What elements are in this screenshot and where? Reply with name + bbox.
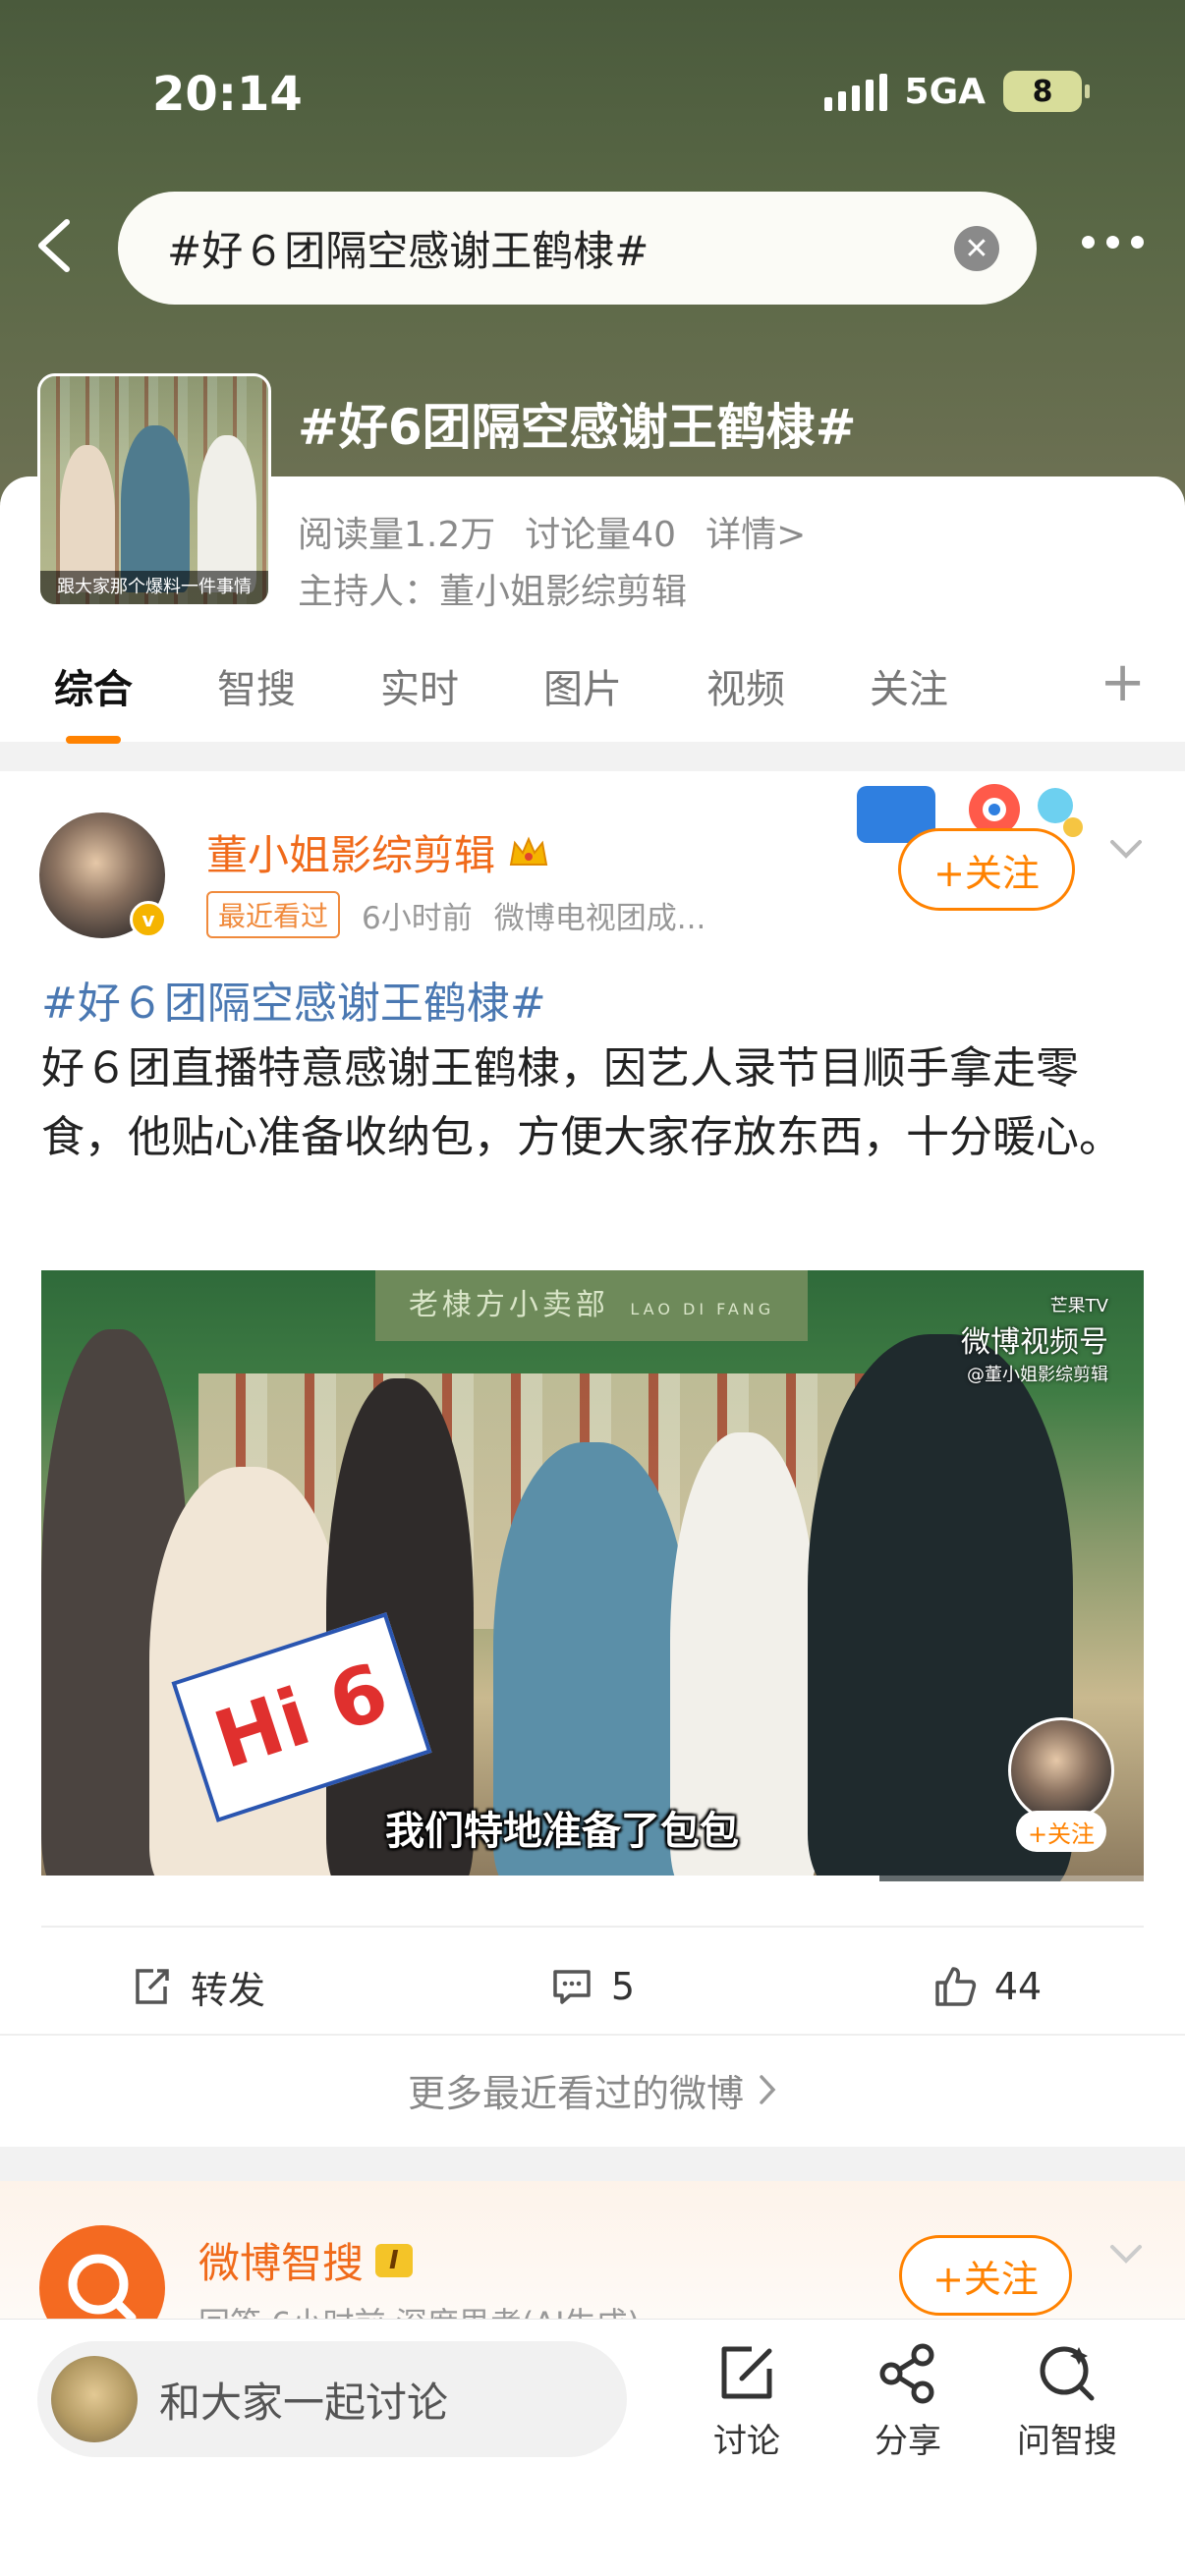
video-author-avatar[interactable]: [1008, 1717, 1114, 1823]
topic-host[interactable]: 主持人：董小姐影综剪辑: [298, 563, 687, 614]
video-progress-bar[interactable]: [41, 1876, 1144, 1881]
search-input[interactable]: #好６团隔空感谢王鹤棣# ✕: [118, 192, 1037, 305]
clear-icon[interactable]: ✕: [954, 226, 999, 271]
ask-smart-search-button[interactable]: 问智搜: [998, 2339, 1136, 2462]
like-count: 44: [993, 1965, 1043, 2008]
post-actions: 转发 5 44: [0, 1928, 1185, 2045]
post2-follow-button[interactable]: +关注: [899, 2235, 1072, 2316]
topic-stats: 阅读量1.2万 讨论量40 详情>: [298, 506, 806, 557]
video-player[interactable]: 老棣方小卖部 LAO DI FANG Hi 6 芒果TV 微博视频号 @董小姐影…: [41, 1270, 1144, 1881]
post-meta: 最近看过 6小时前 微博电视团成...: [206, 891, 705, 938]
battery-icon: 8: [1003, 71, 1090, 112]
status-icons: 5GA 8: [823, 71, 1090, 112]
level-badge: I: [375, 2243, 413, 2277]
repost-label: 转发: [190, 1968, 265, 2012]
ask-label: 问智搜: [1017, 2422, 1117, 2461]
crown-icon: [509, 835, 548, 866]
more-recent-label: 更多最近看过的微博: [407, 2071, 744, 2115]
more-options-button[interactable]: [1082, 236, 1144, 249]
share-label: 分享: [875, 2422, 941, 2461]
chevron-right-icon: [760, 2075, 776, 2104]
post2-author[interactable]: 微博智搜 I: [198, 2230, 413, 2290]
watermark-handle: @董小姐影综剪辑: [967, 1365, 1108, 1385]
details-link[interactable]: 详情>: [705, 506, 806, 557]
shop-sign: 老棣方小卖部 LAO DI FANG: [375, 1270, 808, 1341]
chevron-down-icon[interactable]: [1104, 830, 1148, 869]
post-time: 6小时前: [362, 900, 473, 936]
bottom-bar: 和大家一起讨论 讨论 分享 问智搜: [0, 2319, 1185, 2576]
video-watermark: 芒果TV 微博视频号 @董小姐影综剪辑: [961, 1292, 1108, 1386]
tab-comprehensive[interactable]: 综合: [54, 657, 133, 744]
compose-icon: [721, 2346, 772, 2399]
user-avatar: [51, 2356, 138, 2442]
repost-button[interactable]: 转发: [0, 1960, 395, 2014]
shop-sign-text: 老棣方小卖部: [408, 1288, 609, 1322]
thumbs-up-icon: [935, 1967, 976, 2006]
post-author[interactable]: 董小姐影综剪辑: [206, 822, 550, 882]
tab-bar: 综合 智搜 实时 图片 视频 关注 +: [0, 629, 1185, 744]
repost-icon: [136, 1969, 169, 2004]
share-button[interactable]: 分享: [839, 2339, 977, 2462]
add-tab-icon[interactable]: +: [1100, 650, 1146, 714]
back-button[interactable]: [29, 216, 79, 275]
smart-search-icon: [1040, 2346, 1095, 2401]
post-text: 好６团直播特意感谢王鹤棣，因艺人录节目顺手拿走零食，他贴心准备收纳包，方便大家存…: [41, 1043, 1122, 1162]
tab-images[interactable]: 图片: [543, 657, 622, 714]
verified-icon: v: [130, 901, 167, 938]
video-subtitle: 我们特地准备了包包: [385, 1809, 739, 1854]
tab-realtime[interactable]: 实时: [380, 657, 459, 714]
chevron-down-icon[interactable]: [1104, 2235, 1148, 2274]
comment-button[interactable]: 5: [395, 1965, 790, 2008]
read-count: 阅读量1.2万: [298, 515, 496, 555]
weibo-post[interactable]: v 董小姐影综剪辑 最近看过 6小时前 微博电视团成... +关注 #好６团隔空…: [0, 771, 1185, 2147]
comment-icon: [553, 1970, 591, 2004]
topic-title: #好6团隔空感谢王鹤棣#: [298, 399, 857, 456]
network-type: 5GA: [904, 71, 986, 112]
tab-videos[interactable]: 视频: [706, 657, 785, 714]
signal-icon: [823, 72, 887, 111]
discussion-input[interactable]: 和大家一起讨论: [37, 2341, 627, 2457]
like-button[interactable]: 44: [790, 1965, 1185, 2008]
status-time: 20:14: [152, 67, 303, 122]
topic-thumbnail[interactable]: 跟大家那个爆料一件事情: [37, 373, 271, 607]
post-topic-link[interactable]: #好６团隔空感谢王鹤棣#: [41, 968, 546, 1031]
search-query: #好６团隔空感谢王鹤棣#: [167, 227, 649, 275]
share-icon: [879, 2343, 934, 2404]
post-source: 微博电视团成...: [493, 900, 706, 936]
follow-button[interactable]: +关注: [898, 828, 1075, 911]
discussion-count: 讨论量40: [525, 515, 677, 555]
author-name: 董小姐影综剪辑: [206, 831, 496, 879]
post2-author-name: 微博智搜: [198, 2239, 365, 2287]
more-recent-link[interactable]: 更多最近看过的微博: [0, 2034, 1185, 2144]
comment-count: 5: [610, 1965, 636, 2008]
recent-badge: 最近看过: [206, 891, 341, 938]
discuss-label: 讨论: [713, 2422, 780, 2461]
video-follow-button[interactable]: +关注: [1016, 1811, 1106, 1852]
watermark-tag: 芒果TV: [1049, 1296, 1108, 1316]
thumb-caption: 跟大家那个爆料一件事情: [40, 571, 268, 604]
watermark-text: 微博视频号: [961, 1325, 1108, 1360]
discuss-button[interactable]: 讨论: [678, 2339, 816, 2462]
discussion-placeholder: 和大家一起讨论: [159, 2378, 449, 2427]
tab-following[interactable]: 关注: [870, 657, 948, 714]
tab-smart-search[interactable]: 智搜: [217, 657, 296, 714]
video-progress-fill: [41, 1876, 879, 1881]
shop-sign-en: LAO DI FANG: [630, 1300, 775, 1318]
